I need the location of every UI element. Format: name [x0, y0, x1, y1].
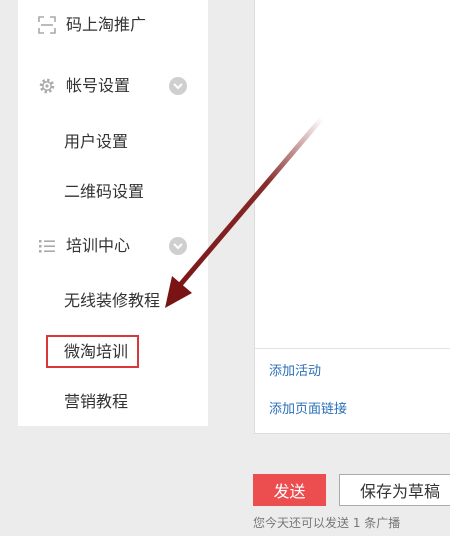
add-activity-link[interactable]: 添加活动	[269, 364, 321, 380]
chevron-down-icon[interactable]	[169, 77, 187, 95]
sidebar-item-label: 二维码设置	[64, 182, 145, 201]
sidebar-item-training-center[interactable]: 培训中心	[18, 226, 208, 266]
sidebar-item-label: 无线装修教程	[64, 291, 161, 310]
sidebar-item-user-settings[interactable]: 用户设置	[18, 124, 208, 160]
save-draft-button[interactable]: 保存为草稿	[339, 474, 450, 506]
list-icon	[38, 237, 56, 255]
highlight-box	[46, 335, 139, 368]
sidebar-item-label: 用户设置	[64, 132, 129, 151]
gear-icon	[38, 77, 56, 95]
editor-panel: 添加活动 添加页面链接	[254, 0, 450, 434]
scan-icon	[38, 16, 56, 34]
sidebar-item-wireless-tutorial[interactable]: 无线装修教程	[18, 283, 208, 319]
broadcast-quota-text: 您今天还可以发送 1 条广播	[253, 516, 401, 530]
add-page-link[interactable]: 添加页面链接	[269, 402, 347, 418]
divider	[255, 348, 450, 349]
sidebar-item-qrcode-settings[interactable]: 二维码设置	[18, 174, 208, 210]
sidebar-item-label: 培训中心	[66, 236, 131, 255]
sidebar-item-account-settings[interactable]: 帐号设置	[18, 66, 208, 106]
sidebar-item-label: 帐号设置	[66, 76, 131, 95]
sidebar-item-code-promo[interactable]: 码上淘推广	[18, 5, 208, 45]
sidebar-item-label: 营销教程	[64, 392, 129, 411]
chevron-down-icon[interactable]	[169, 237, 187, 255]
send-button[interactable]: 发送	[253, 474, 326, 506]
sidebar-item-marketing-tutorial[interactable]: 营销教程	[18, 384, 208, 420]
sidebar-item-label: 码上淘推广	[66, 15, 147, 34]
